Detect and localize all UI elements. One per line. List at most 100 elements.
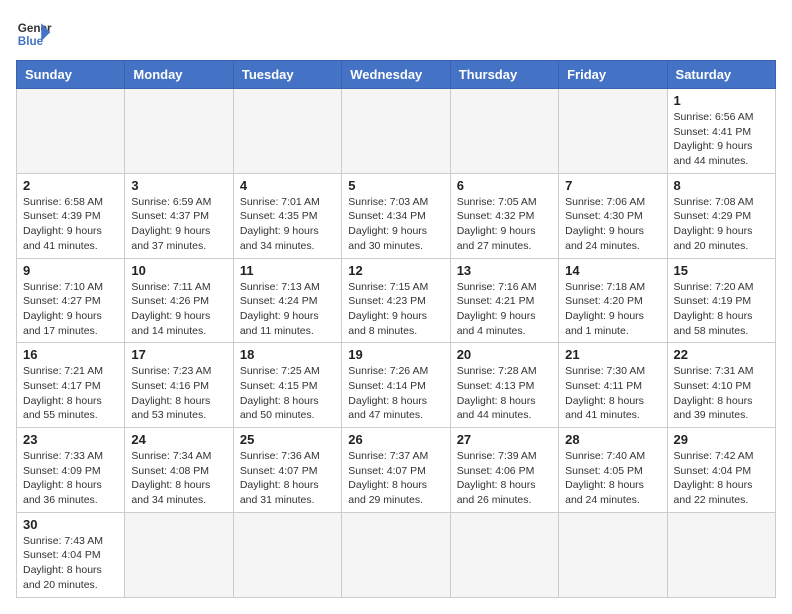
day-number: 24: [131, 432, 226, 447]
day-info: Sunrise: 7:33 AM Sunset: 4:09 PM Dayligh…: [23, 449, 118, 508]
calendar-day-empty: [125, 89, 233, 174]
calendar-day-28: 28 Sunrise: 7:40 AM Sunset: 4:05 PM Dayli…: [559, 428, 667, 513]
calendar-day-8: 8 Sunrise: 7:08 AM Sunset: 4:29 PM Daylig…: [667, 173, 775, 258]
calendar-day-22: 22 Sunrise: 7:31 AM Sunset: 4:10 PM Dayli…: [667, 343, 775, 428]
day-info: Sunrise: 7:20 AM Sunset: 4:19 PM Dayligh…: [674, 280, 769, 339]
day-number: 30: [23, 517, 118, 532]
day-info: Sunrise: 7:28 AM Sunset: 4:13 PM Dayligh…: [457, 364, 552, 423]
day-number: 8: [674, 178, 769, 193]
weekday-header-wednesday: Wednesday: [342, 61, 450, 89]
calendar-day-29: 29Sunrise: 7:42 AM Sunset: 4:04 PM Dayli…: [667, 428, 775, 513]
logo-icon: General Blue: [16, 16, 52, 52]
day-info: Sunrise: 7:01 AM Sunset: 4:35 PM Dayligh…: [240, 195, 335, 254]
calendar-day-empty: [233, 512, 341, 597]
calendar-week-row: 1 Sunrise: 6:56 AM Sunset: 4:41 PM Daylig…: [17, 89, 776, 174]
day-info: Sunrise: 7:39 AM Sunset: 4:06 PM Dayligh…: [457, 449, 552, 508]
calendar-day-empty: [559, 89, 667, 174]
day-number: 18: [240, 347, 335, 362]
calendar-table: SundayMondayTuesdayWednesdayThursdayFrid…: [16, 60, 776, 598]
weekday-header-friday: Friday: [559, 61, 667, 89]
calendar-day-19: 19 Sunrise: 7:26 AM Sunset: 4:14 PM Dayli…: [342, 343, 450, 428]
calendar-day-14: 14Sunrise: 7:18 AM Sunset: 4:20 PM Dayli…: [559, 258, 667, 343]
day-number: 20: [457, 347, 552, 362]
weekday-header-row: SundayMondayTuesdayWednesdayThursdayFrid…: [17, 61, 776, 89]
calendar-day-16: 16 Sunrise: 7:21 AM Sunset: 4:17 PM Dayli…: [17, 343, 125, 428]
day-info: Sunrise: 7:36 AM Sunset: 4:07 PM Dayligh…: [240, 449, 335, 508]
calendar-day-12: 12 Sunrise: 7:15 AM Sunset: 4:23 PM Dayli…: [342, 258, 450, 343]
calendar-day-empty: [450, 512, 558, 597]
day-info: Sunrise: 7:34 AM Sunset: 4:08 PM Dayligh…: [131, 449, 226, 508]
day-number: 3: [131, 178, 226, 193]
calendar-day-1: 1 Sunrise: 6:56 AM Sunset: 4:41 PM Daylig…: [667, 89, 775, 174]
day-info: Sunrise: 7:37 AM Sunset: 4:07 PM Dayligh…: [348, 449, 443, 508]
calendar-day-6: 6 Sunrise: 7:05 AM Sunset: 4:32 PM Daylig…: [450, 173, 558, 258]
day-number: 16: [23, 347, 118, 362]
day-number: 11: [240, 263, 335, 278]
day-number: 6: [457, 178, 552, 193]
calendar-day-empty: [17, 89, 125, 174]
day-info: Sunrise: 7:26 AM Sunset: 4:14 PM Dayligh…: [348, 364, 443, 423]
calendar-week-row: 9Sunrise: 7:10 AM Sunset: 4:27 PM Daylig…: [17, 258, 776, 343]
calendar-day-5: 5 Sunrise: 7:03 AM Sunset: 4:34 PM Daylig…: [342, 173, 450, 258]
calendar-day-empty: [667, 512, 775, 597]
calendar-day-13: 13Sunrise: 7:16 AM Sunset: 4:21 PM Dayli…: [450, 258, 558, 343]
day-info: Sunrise: 7:25 AM Sunset: 4:15 PM Dayligh…: [240, 364, 335, 423]
calendar-day-empty: [559, 512, 667, 597]
day-info: Sunrise: 7:06 AM Sunset: 4:30 PM Dayligh…: [565, 195, 660, 254]
weekday-header-thursday: Thursday: [450, 61, 558, 89]
day-number: 25: [240, 432, 335, 447]
day-number: 1: [674, 93, 769, 108]
day-info: Sunrise: 7:15 AM Sunset: 4:23 PM Dayligh…: [348, 280, 443, 339]
day-number: 28: [565, 432, 660, 447]
day-number: 19: [348, 347, 443, 362]
calendar-day-18: 18 Sunrise: 7:25 AM Sunset: 4:15 PM Dayli…: [233, 343, 341, 428]
day-info: Sunrise: 7:11 AM Sunset: 4:26 PM Dayligh…: [131, 280, 226, 339]
calendar-week-row: 16 Sunrise: 7:21 AM Sunset: 4:17 PM Dayli…: [17, 343, 776, 428]
day-number: 4: [240, 178, 335, 193]
day-info: Sunrise: 6:59 AM Sunset: 4:37 PM Dayligh…: [131, 195, 226, 254]
day-info: Sunrise: 7:21 AM Sunset: 4:17 PM Dayligh…: [23, 364, 118, 423]
calendar-day-4: 4 Sunrise: 7:01 AM Sunset: 4:35 PM Daylig…: [233, 173, 341, 258]
calendar-day-23: 23 Sunrise: 7:33 AM Sunset: 4:09 PM Dayli…: [17, 428, 125, 513]
weekday-header-tuesday: Tuesday: [233, 61, 341, 89]
day-number: 7: [565, 178, 660, 193]
calendar-week-row: 23 Sunrise: 7:33 AM Sunset: 4:09 PM Dayli…: [17, 428, 776, 513]
calendar-day-15: 15Sunrise: 7:20 AM Sunset: 4:19 PM Dayli…: [667, 258, 775, 343]
svg-text:Blue: Blue: [18, 35, 44, 48]
day-info: Sunrise: 7:16 AM Sunset: 4:21 PM Dayligh…: [457, 280, 552, 339]
day-number: 23: [23, 432, 118, 447]
page-header: General Blue: [16, 16, 776, 52]
calendar-day-7: 7 Sunrise: 7:06 AM Sunset: 4:30 PM Daylig…: [559, 173, 667, 258]
calendar-day-empty: [450, 89, 558, 174]
day-info: Sunrise: 7:30 AM Sunset: 4:11 PM Dayligh…: [565, 364, 660, 423]
calendar-day-11: 11 Sunrise: 7:13 AM Sunset: 4:24 PM Dayli…: [233, 258, 341, 343]
day-info: Sunrise: 7:18 AM Sunset: 4:20 PM Dayligh…: [565, 280, 660, 339]
day-info: Sunrise: 6:56 AM Sunset: 4:41 PM Dayligh…: [674, 110, 769, 169]
day-number: 29: [674, 432, 769, 447]
weekday-header-saturday: Saturday: [667, 61, 775, 89]
day-number: 2: [23, 178, 118, 193]
calendar-day-24: 24 Sunrise: 7:34 AM Sunset: 4:08 PM Dayli…: [125, 428, 233, 513]
day-number: 5: [348, 178, 443, 193]
calendar-day-empty: [342, 89, 450, 174]
day-number: 21: [565, 347, 660, 362]
day-number: 22: [674, 347, 769, 362]
calendar-week-row: 30 Sunrise: 7:43 AM Sunset: 4:04 PM Dayli…: [17, 512, 776, 597]
day-info: Sunrise: 7:05 AM Sunset: 4:32 PM Dayligh…: [457, 195, 552, 254]
day-number: 27: [457, 432, 552, 447]
calendar-day-2: 2 Sunrise: 6:58 AM Sunset: 4:39 PM Daylig…: [17, 173, 125, 258]
calendar-day-26: 26Sunrise: 7:37 AM Sunset: 4:07 PM Dayli…: [342, 428, 450, 513]
day-number: 17: [131, 347, 226, 362]
day-info: Sunrise: 7:13 AM Sunset: 4:24 PM Dayligh…: [240, 280, 335, 339]
day-info: Sunrise: 7:43 AM Sunset: 4:04 PM Dayligh…: [23, 534, 118, 593]
day-info: Sunrise: 7:40 AM Sunset: 4:05 PM Dayligh…: [565, 449, 660, 508]
day-info: Sunrise: 6:58 AM Sunset: 4:39 PM Dayligh…: [23, 195, 118, 254]
day-info: Sunrise: 7:31 AM Sunset: 4:10 PM Dayligh…: [674, 364, 769, 423]
day-info: Sunrise: 7:03 AM Sunset: 4:34 PM Dayligh…: [348, 195, 443, 254]
day-number: 10: [131, 263, 226, 278]
day-info: Sunrise: 7:08 AM Sunset: 4:29 PM Dayligh…: [674, 195, 769, 254]
day-info: Sunrise: 7:10 AM Sunset: 4:27 PM Dayligh…: [23, 280, 118, 339]
day-info: Sunrise: 7:23 AM Sunset: 4:16 PM Dayligh…: [131, 364, 226, 423]
calendar-day-empty: [233, 89, 341, 174]
day-number: 12: [348, 263, 443, 278]
